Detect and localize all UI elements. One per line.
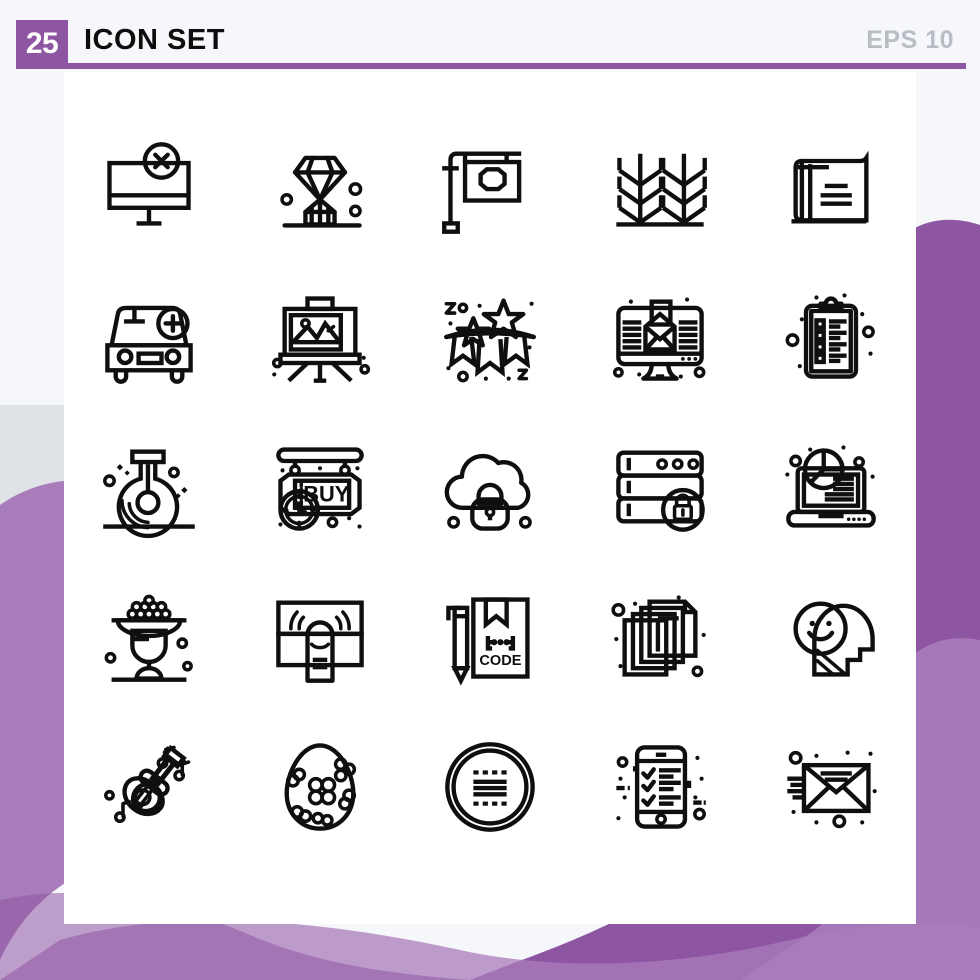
laptop-analytics-icon[interactable]	[756, 412, 906, 562]
mobile-checklist-icon[interactable]	[585, 712, 735, 862]
poster-canvas: 25 ICON SET EPS 10 BUY CODE	[0, 0, 980, 980]
fruit-bowl-icon[interactable]	[74, 562, 224, 712]
code-file-text: CODE	[479, 653, 521, 669]
email-monitor-icon[interactable]	[585, 262, 735, 412]
cloud-lock-icon[interactable]	[415, 412, 565, 562]
icon-count-badge: 25	[16, 20, 68, 68]
positive-mind-icon[interactable]	[756, 562, 906, 712]
poster-header: 25 ICON SET EPS 10	[0, 0, 980, 72]
signboard-post-icon[interactable]	[415, 112, 565, 262]
code-file-pencil-icon[interactable]: CODE	[415, 562, 565, 712]
flask-icon[interactable]	[74, 412, 224, 562]
wheat-crops-icon[interactable]	[585, 112, 735, 262]
server-lock-icon[interactable]	[585, 412, 735, 562]
diamond-ring-icon[interactable]	[245, 112, 395, 262]
easter-egg-icon[interactable]	[245, 712, 395, 862]
add-car-icon[interactable]	[74, 262, 224, 412]
clipboard-checklist-icon[interactable]	[756, 262, 906, 412]
eps-version-label: EPS 10	[866, 26, 954, 54]
documents-stack-icon[interactable]	[585, 562, 735, 712]
tap-gesture-icon[interactable]	[245, 562, 395, 712]
easel-painting-icon[interactable]	[245, 262, 395, 412]
monitor-error-icon[interactable]	[74, 112, 224, 262]
icon-grid: BUY CODE	[64, 112, 916, 862]
envelope-mail-icon[interactable]	[756, 712, 906, 862]
page-title: ICON SET	[84, 24, 225, 56]
buy-signboard-icon[interactable]: BUY	[245, 412, 395, 562]
acoustic-guitar-icon[interactable]	[74, 712, 224, 862]
party-bunting-icon[interactable]	[415, 262, 565, 412]
coin-text-icon[interactable]	[415, 712, 565, 862]
header-divider	[16, 63, 966, 69]
blob-purple-bottom	[0, 920, 980, 980]
icon-card: BUY CODE	[64, 72, 916, 924]
book-icon[interactable]	[756, 112, 906, 262]
